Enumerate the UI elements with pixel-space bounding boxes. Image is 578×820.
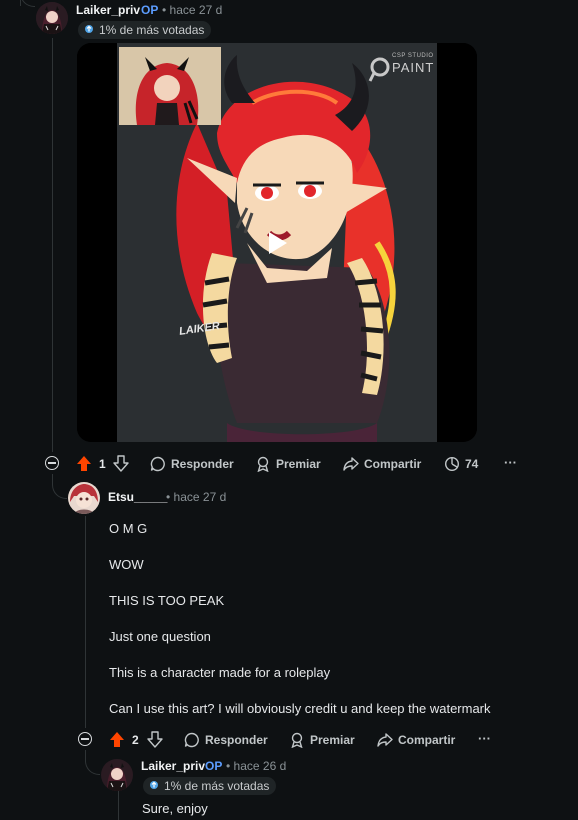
comment-icon <box>150 456 165 472</box>
thread-line-root-lower <box>52 474 53 484</box>
award-icon <box>85 25 93 33</box>
award-icon <box>257 456 269 472</box>
badge-label: 1% de más votadas <box>164 779 270 793</box>
avatar-image <box>36 2 68 34</box>
op-label: OP <box>141 3 159 17</box>
comment-line: Just one question <box>109 629 211 644</box>
upvote-icon[interactable] <box>109 731 125 748</box>
watermark-big: PAINT <box>392 60 435 75</box>
award-label: Premiar <box>310 733 355 747</box>
badge-label: 1% de más votadas <box>99 23 205 37</box>
comment-line: Can I use this art? I will obviously cre… <box>109 701 491 716</box>
avatar-image <box>68 482 100 514</box>
comment-line: O M G <box>109 521 148 536</box>
timestamp[interactable]: • hace 27 d <box>162 3 222 17</box>
avatar-image <box>101 759 133 791</box>
vote-count: 2 <box>132 733 139 747</box>
watermark-small: CSP STUDIO <box>392 53 434 59</box>
op-label: OP <box>205 759 223 773</box>
more-options-button[interactable]: ··· <box>504 455 517 470</box>
views-stat[interactable]: 74 <box>444 456 478 472</box>
comment-line: THIS IS TOO PEAK <box>109 593 225 608</box>
award-icon <box>150 781 158 789</box>
top-percent-badge: 1% de más votadas <box>143 777 277 795</box>
avatar[interactable] <box>101 759 133 791</box>
more-options-button[interactable]: ··· <box>478 731 491 746</box>
thread-line-reply1 <box>85 516 86 728</box>
share-label: Compartir <box>364 457 422 471</box>
share-button[interactable]: Compartir <box>377 732 455 748</box>
comment-text: Sure, enjoy <box>142 801 208 816</box>
video-player[interactable]: CSP STUDIO PAINT LAIKER <box>77 43 477 442</box>
collapse-icon[interactable] <box>45 456 59 470</box>
downvote-icon[interactable] <box>113 455 129 472</box>
reply-button[interactable]: Responder <box>150 456 234 472</box>
collapse-icon[interactable] <box>78 732 92 746</box>
views-icon <box>444 456 460 472</box>
views-count: 74 <box>465 457 479 471</box>
award-button[interactable]: Premiar <box>255 456 321 472</box>
comment-icon <box>184 732 199 748</box>
thread-line-root <box>52 38 53 452</box>
comment-line: WOW <box>109 557 144 572</box>
thread-curve-reply1 <box>52 484 67 499</box>
top-percent-badge: 1% de más votadas <box>78 21 212 39</box>
reply-label: Responder <box>205 733 268 747</box>
award-button[interactable]: Premiar <box>289 732 355 748</box>
avatar[interactable] <box>36 2 68 34</box>
timestamp[interactable]: • hace 26 d <box>226 759 286 773</box>
award-label: Premiar <box>276 457 321 471</box>
award-icon <box>291 732 303 748</box>
username[interactable]: Laiker_priv <box>141 759 205 773</box>
reply-button[interactable]: Responder <box>184 732 268 748</box>
reply-label: Responder <box>171 457 234 471</box>
thread-curve-reply2 <box>85 760 100 775</box>
share-icon <box>343 457 359 471</box>
play-icon[interactable] <box>263 229 291 257</box>
timestamp[interactable]: • hace 27 d <box>166 490 226 504</box>
thread-line-reply2 <box>118 790 119 820</box>
avatar[interactable] <box>68 482 100 514</box>
username[interactable]: Laiker_priv <box>76 3 140 17</box>
share-button[interactable]: Compartir <box>343 456 421 472</box>
username[interactable]: Etsu_____ <box>108 490 167 504</box>
comment-line: This is a character made for a roleplay <box>109 665 331 680</box>
thread-line-top <box>20 0 21 6</box>
upvote-icon[interactable] <box>76 455 92 472</box>
downvote-icon[interactable] <box>147 731 163 748</box>
thread-curve-top <box>20 0 35 7</box>
share-icon <box>377 733 393 747</box>
vote-count: 1 <box>99 457 106 471</box>
share-label: Compartir <box>398 733 456 747</box>
